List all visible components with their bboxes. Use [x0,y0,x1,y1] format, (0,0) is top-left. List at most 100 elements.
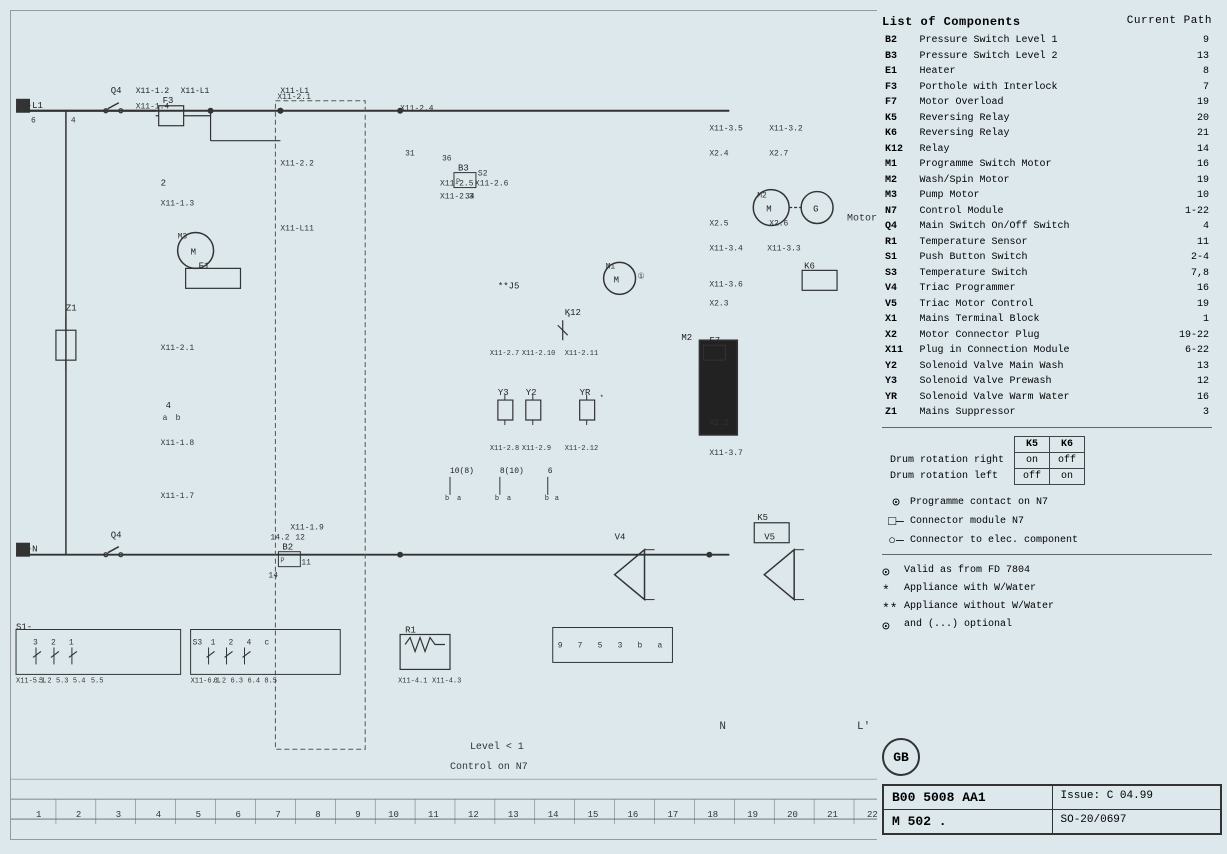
legend-row: K6 Reversing Relay 21 [882,126,1212,142]
legend-desc: Motor Connector Plug [916,328,1162,344]
legend-path: 7 [1163,80,1212,96]
svg-text:M1: M1 [606,262,616,271]
svg-text:18: 18 [707,810,718,820]
legend-desc: Temperature Sensor [916,235,1162,251]
legend-code: X2 [882,328,916,344]
svg-text:2: 2 [161,179,166,189]
svg-text:Q4: Q4 [111,531,122,541]
svg-text:4: 4 [166,401,171,411]
svg-text:2: 2 [76,810,81,820]
svg-text:9: 9 [355,810,360,820]
svg-text:X11-1.9: X11-1.9 [290,524,324,533]
svg-text:6.4: 6.4 [247,677,260,685]
legend-desc: Porthole with Interlock [916,80,1162,96]
svg-text:X2.6: X2.6 [769,219,788,228]
legend-code: M3 [882,188,916,204]
svg-text:b: b [176,414,181,423]
note-bullet-3: ** [882,601,904,616]
svg-text:*: * [567,315,571,323]
legend-desc: Triac Programmer [916,281,1162,297]
svg-text:X11-1.8: X11-1.8 [161,439,195,448]
legend-row: S1 Push Button Switch 2-4 [882,250,1212,266]
legend-path: 21 [1163,126,1212,142]
svg-text:b: b [445,495,449,503]
legend-code: E1 [882,64,916,80]
svg-text:M: M [191,247,196,257]
legend-desc: Control Module [916,204,1162,220]
legend-path: 13 [1163,49,1212,65]
svg-text:X11-1.4: X11-1.4 [136,103,170,112]
rotation-label: Drum rotation right [882,452,1015,468]
svg-text:21: 21 [827,810,838,820]
legend-row: V4 Triac Programmer 16 [882,281,1212,297]
programme-contact-icon: ⊙ [882,495,910,510]
svg-text:M2: M2 [681,333,692,343]
svg-text:20: 20 [787,810,798,820]
legend-code: Z1 [882,405,916,421]
svg-text:a: a [657,641,662,650]
legend-code: S3 [882,266,916,282]
legend-row: M3 Pump Motor 10 [882,188,1212,204]
title-block-number: B00 5008 AA1 [884,786,1053,809]
svg-text:Y2: Y2 [526,388,537,398]
svg-text:X11-2.6: X11-2.6 [475,180,509,189]
svg-text:X11-1.2: X11-1.2 [136,87,170,96]
svg-text:S2: S2 [478,170,488,179]
note-text-4: and (...) optional [904,619,1012,630]
diagram-area: X1-L1 X1-N Q4 Q4 6 [10,10,880,840]
svg-text:6.2: 6.2 [214,677,227,685]
legend-row: F7 Motor Overload 19 [882,95,1212,111]
svg-text:b: b [495,495,499,503]
svg-text:17: 17 [667,810,678,820]
svg-text:10: 10 [388,810,399,820]
rotation-table: K5 K6 Drum rotation right on off Drum ro… [882,436,1085,485]
main-container: X1-L1 X1-N Q4 Q4 6 [0,0,1227,854]
svg-text:X11-L1: X11-L1 [181,87,210,96]
legend-code: B2 [882,33,916,49]
legend-path: 2-4 [1163,250,1212,266]
svg-text:G: G [813,205,818,215]
legend-code: F3 [882,80,916,96]
svg-text:**J5: **J5 [498,281,520,291]
svg-text:Control on N7: Control on N7 [450,761,528,772]
legend-path: 19 [1163,95,1212,111]
legend-desc: Mains Suppressor [916,405,1162,421]
legend-row: S3 Temperature Switch 7,8 [882,266,1212,282]
svg-text:9: 9 [558,641,563,650]
svg-text:4: 4 [156,810,161,820]
legend-code: R1 [882,235,916,251]
legend-code: B3 [882,49,916,65]
legend-code: K5 [882,111,916,127]
rotation-header-k5: K5 [1015,436,1050,452]
svg-text:a: a [163,414,168,423]
legend-path: 6-22 [1163,343,1212,359]
legend-subtitle: Current Path [1127,15,1212,29]
svg-text:X11-2.5: X11-2.5 [440,180,474,189]
svg-text:Z1: Z1 [66,303,77,313]
legend-row: Y3 Solenoid Valve Prewash 12 [882,374,1212,390]
note-text-3: Appliance without W/Water [904,601,1054,612]
legend-path: 20 [1163,111,1212,127]
rotation-row: Drum rotation right on off [882,452,1085,468]
svg-text:7: 7 [275,810,280,820]
legend-path: 14 [1163,142,1212,158]
svg-text:2: 2 [229,638,234,647]
svg-text:X11-3.2: X11-3.2 [769,125,803,134]
legend-path: 1-22 [1163,204,1212,220]
svg-text:5: 5 [598,641,603,650]
svg-text:Level < 1: Level < 1 [470,741,524,752]
rotation-k6: off [1050,452,1085,468]
svg-text:19: 19 [747,810,758,820]
legend-row: E1 Heater 8 [882,64,1212,80]
svg-text:6: 6 [548,467,553,476]
components-table: B2 Pressure Switch Level 1 9 B3 Pressure… [882,33,1212,421]
svg-text:X11-4.1: X11-4.1 [398,677,427,685]
legend-desc: Pressure Switch Level 1 [916,33,1162,49]
svg-text:X2.7: X2.7 [769,150,788,159]
note-bullet-1: ⊙ [882,565,904,580]
svg-text:a: a [555,495,559,503]
svg-text:1: 1 [36,810,41,820]
svg-text:N: N [719,721,726,733]
legend-row: YR Solenoid Valve Warm Water 16 [882,390,1212,406]
rotation-k5: off [1015,468,1050,484]
